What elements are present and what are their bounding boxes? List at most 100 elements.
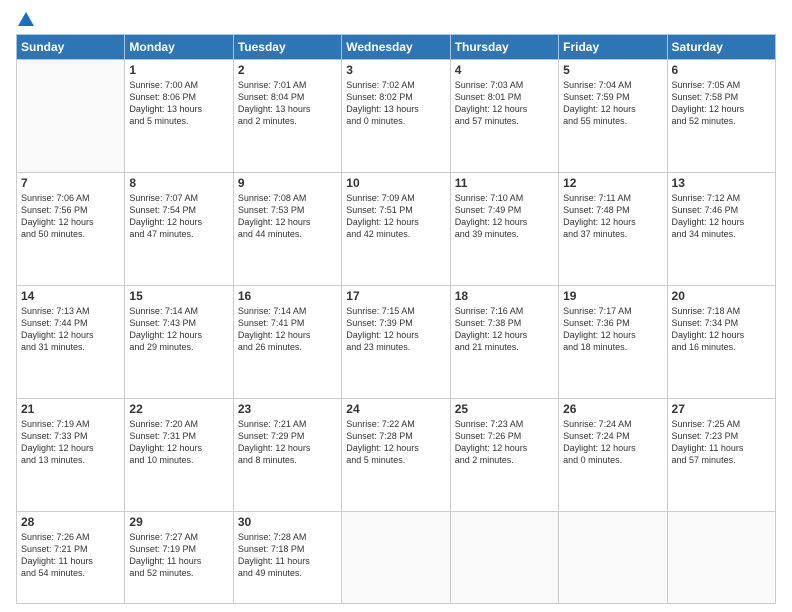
cell-content: Sunrise: 7:27 AM Sunset: 7:19 PM Dayligh… (129, 531, 228, 580)
day-number: 21 (21, 402, 120, 416)
day-header-friday: Friday (559, 35, 667, 60)
calendar-cell: 6 Sunrise: 7:05 AM Sunset: 7:58 PM Daylig… (667, 60, 775, 173)
day-header-saturday: Saturday (667, 35, 775, 60)
day-number: 9 (238, 176, 337, 190)
day-number: 5 (563, 63, 662, 77)
day-number: 19 (563, 289, 662, 303)
cell-content: Sunrise: 7:06 AM Sunset: 7:56 PM Dayligh… (21, 192, 120, 241)
day-number: 4 (455, 63, 554, 77)
calendar-week-row: 14 Sunrise: 7:13 AM Sunset: 7:44 PM Dayli… (17, 285, 776, 398)
calendar-cell: 11 Sunrise: 7:10 AM Sunset: 7:49 PM Dayli… (450, 172, 558, 285)
cell-content: Sunrise: 7:10 AM Sunset: 7:49 PM Dayligh… (455, 192, 554, 241)
calendar-cell: 27 Sunrise: 7:25 AM Sunset: 7:23 PM Dayli… (667, 398, 775, 511)
cell-content: Sunrise: 7:13 AM Sunset: 7:44 PM Dayligh… (21, 305, 120, 354)
cell-content: Sunrise: 7:14 AM Sunset: 7:41 PM Dayligh… (238, 305, 337, 354)
calendar-cell: 4Sunrise: 7:03 AM Sunset: 8:01 PM Daylig… (450, 60, 558, 173)
calendar-cell: 5Sunrise: 7:04 AM Sunset: 7:59 PM Daylig… (559, 60, 667, 173)
calendar-cell (342, 511, 450, 603)
cell-content: Sunrise: 7:12 AM Sunset: 7:46 PM Dayligh… (672, 192, 771, 241)
calendar-table: SundayMondayTuesdayWednesdayThursdayFrid… (16, 34, 776, 604)
calendar-cell: 20 Sunrise: 7:18 AM Sunset: 7:34 PM Dayli… (667, 285, 775, 398)
cell-content: Sunrise: 7:08 AM Sunset: 7:53 PM Dayligh… (238, 192, 337, 241)
calendar-cell (667, 511, 775, 603)
day-number: 14 (21, 289, 120, 303)
day-header-sunday: Sunday (17, 35, 125, 60)
day-number: 24 (346, 402, 445, 416)
calendar-cell (17, 60, 125, 173)
header (16, 12, 776, 28)
cell-content: Sunrise: 7:05 AM Sunset: 7:58 PM Dayligh… (672, 79, 771, 128)
calendar-cell: 28Sunrise: 7:26 AM Sunset: 7:21 PM Dayli… (17, 511, 125, 603)
cell-content: Sunrise: 7:11 AM Sunset: 7:48 PM Dayligh… (563, 192, 662, 241)
cell-content: Sunrise: 7:15 AM Sunset: 7:39 PM Dayligh… (346, 305, 445, 354)
cell-content: Sunrise: 7:23 AM Sunset: 7:26 PM Dayligh… (455, 418, 554, 467)
calendar-cell: 26 Sunrise: 7:24 AM Sunset: 7:24 PM Dayli… (559, 398, 667, 511)
cell-content: Sunrise: 7:22 AM Sunset: 7:28 PM Dayligh… (346, 418, 445, 467)
day-number: 10 (346, 176, 445, 190)
calendar-cell: 1 Sunrise: 7:00 AM Sunset: 8:06 PM Daylig… (125, 60, 233, 173)
calendar-cell: 23 Sunrise: 7:21 AM Sunset: 7:29 PM Dayli… (233, 398, 341, 511)
calendar-week-row: 28Sunrise: 7:26 AM Sunset: 7:21 PM Dayli… (17, 511, 776, 603)
day-number: 8 (129, 176, 228, 190)
calendar-cell: 24 Sunrise: 7:22 AM Sunset: 7:28 PM Dayli… (342, 398, 450, 511)
day-number: 12 (563, 176, 662, 190)
calendar-header-row: SundayMondayTuesdayWednesdayThursdayFrid… (17, 35, 776, 60)
day-number: 11 (455, 176, 554, 190)
day-number: 30 (238, 515, 337, 529)
logo (16, 12, 34, 28)
calendar-cell (450, 511, 558, 603)
day-number: 1 (129, 63, 228, 77)
day-number: 2 (238, 63, 337, 77)
cell-content: Sunrise: 7:00 AM Sunset: 8:06 PM Dayligh… (129, 79, 228, 128)
day-number: 15 (129, 289, 228, 303)
day-number: 6 (672, 63, 771, 77)
calendar-cell: 9 Sunrise: 7:08 AM Sunset: 7:53 PM Daylig… (233, 172, 341, 285)
day-number: 17 (346, 289, 445, 303)
day-header-tuesday: Tuesday (233, 35, 341, 60)
cell-content: Sunrise: 7:17 AM Sunset: 7:36 PM Dayligh… (563, 305, 662, 354)
cell-content: Sunrise: 7:24 AM Sunset: 7:24 PM Dayligh… (563, 418, 662, 467)
cell-content: Sunrise: 7:18 AM Sunset: 7:34 PM Dayligh… (672, 305, 771, 354)
calendar-week-row: 1 Sunrise: 7:00 AM Sunset: 8:06 PM Daylig… (17, 60, 776, 173)
calendar-cell: 16 Sunrise: 7:14 AM Sunset: 7:41 PM Dayli… (233, 285, 341, 398)
calendar-cell: 2 Sunrise: 7:01 AM Sunset: 8:04 PM Daylig… (233, 60, 341, 173)
cell-content: Sunrise: 7:01 AM Sunset: 8:04 PM Dayligh… (238, 79, 337, 128)
calendar-cell: 29 Sunrise: 7:27 AM Sunset: 7:19 PM Dayli… (125, 511, 233, 603)
calendar-cell: 21Sunrise: 7:19 AM Sunset: 7:33 PM Dayli… (17, 398, 125, 511)
calendar-cell: 14 Sunrise: 7:13 AM Sunset: 7:44 PM Dayli… (17, 285, 125, 398)
calendar-cell: 17 Sunrise: 7:15 AM Sunset: 7:39 PM Dayli… (342, 285, 450, 398)
calendar-cell: 22Sunrise: 7:20 AM Sunset: 7:31 PM Dayli… (125, 398, 233, 511)
calendar-cell: 25 Sunrise: 7:23 AM Sunset: 7:26 PM Dayli… (450, 398, 558, 511)
logo-triangle-icon (18, 12, 34, 26)
day-number: 16 (238, 289, 337, 303)
cell-content: Sunrise: 7:25 AM Sunset: 7:23 PM Dayligh… (672, 418, 771, 467)
day-number: 29 (129, 515, 228, 529)
calendar-cell: 12 Sunrise: 7:11 AM Sunset: 7:48 PM Dayli… (559, 172, 667, 285)
day-number: 25 (455, 402, 554, 416)
day-number: 7 (21, 176, 120, 190)
day-number: 26 (563, 402, 662, 416)
calendar-cell: 10Sunrise: 7:09 AM Sunset: 7:51 PM Dayli… (342, 172, 450, 285)
day-header-thursday: Thursday (450, 35, 558, 60)
cell-content: Sunrise: 7:26 AM Sunset: 7:21 PM Dayligh… (21, 531, 120, 580)
calendar-week-row: 7 Sunrise: 7:06 AM Sunset: 7:56 PM Daylig… (17, 172, 776, 285)
cell-content: Sunrise: 7:28 AM Sunset: 7:18 PM Dayligh… (238, 531, 337, 580)
day-number: 23 (238, 402, 337, 416)
cell-content: Sunrise: 7:16 AM Sunset: 7:38 PM Dayligh… (455, 305, 554, 354)
calendar-cell: 19 Sunrise: 7:17 AM Sunset: 7:36 PM Dayli… (559, 285, 667, 398)
day-number: 22 (129, 402, 228, 416)
calendar-week-row: 21Sunrise: 7:19 AM Sunset: 7:33 PM Dayli… (17, 398, 776, 511)
day-number: 27 (672, 402, 771, 416)
calendar-cell: 13Sunrise: 7:12 AM Sunset: 7:46 PM Dayli… (667, 172, 775, 285)
calendar-cell: 30 Sunrise: 7:28 AM Sunset: 7:18 PM Dayli… (233, 511, 341, 603)
day-number: 20 (672, 289, 771, 303)
cell-content: Sunrise: 7:14 AM Sunset: 7:43 PM Dayligh… (129, 305, 228, 354)
cell-content: Sunrise: 7:21 AM Sunset: 7:29 PM Dayligh… (238, 418, 337, 467)
page: SundayMondayTuesdayWednesdayThursdayFrid… (0, 0, 792, 612)
cell-content: Sunrise: 7:02 AM Sunset: 8:02 PM Dayligh… (346, 79, 445, 128)
day-number: 18 (455, 289, 554, 303)
day-header-monday: Monday (125, 35, 233, 60)
calendar-cell: 7 Sunrise: 7:06 AM Sunset: 7:56 PM Daylig… (17, 172, 125, 285)
day-number: 3 (346, 63, 445, 77)
cell-content: Sunrise: 7:07 AM Sunset: 7:54 PM Dayligh… (129, 192, 228, 241)
